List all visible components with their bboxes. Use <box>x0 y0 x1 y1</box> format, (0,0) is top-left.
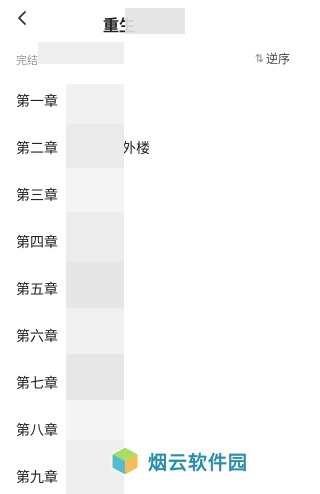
chapter-label: 第八章 <box>16 422 58 439</box>
chapter-label: 第一章 <box>16 93 58 110</box>
chapter-item[interactable]: 第六章 <box>0 312 300 359</box>
chapter-label: 第七章 <box>16 375 58 392</box>
sort-toggle-button[interactable]: ⇅ 逆序 <box>255 50 290 67</box>
top-bar: 重生 <box>0 0 300 44</box>
chapter-title-fragment: 外楼 <box>122 140 150 157</box>
chapter-item[interactable]: 第七章 <box>0 359 300 406</box>
title-redaction <box>125 8 185 34</box>
chapter-label: 第三章 <box>16 187 58 204</box>
chapter-title-redaction <box>66 84 124 494</box>
sort-label: 逆序 <box>265 52 290 66</box>
chapter-item[interactable]: 第四章 <box>0 218 300 265</box>
chevron-left-icon <box>16 10 28 30</box>
cube-logo-icon <box>108 444 142 478</box>
chapter-label: 第四章 <box>16 234 58 251</box>
serial-status: 完结 <box>16 54 38 67</box>
chapter-label: 第九章 <box>16 469 58 486</box>
chapter-catalog-screen: 重生 完结 ⇅ 逆序 第一章 第二章 外楼 第三章 第四章 第五章 第六章 第七章… <box>0 0 300 494</box>
chapter-item[interactable]: 第三章 <box>0 171 300 218</box>
back-button[interactable] <box>8 8 36 32</box>
chapter-item[interactable]: 第五章 <box>0 265 300 312</box>
chapter-item[interactable]: 第一章 <box>0 77 300 124</box>
status-redaction <box>38 42 124 64</box>
sort-icon: ⇅ <box>254 52 264 65</box>
chapter-label: 第二章 <box>16 140 58 157</box>
chapter-label: 第六章 <box>16 328 58 345</box>
watermark: 烟云软件园 <box>108 444 248 478</box>
chapter-list: 第一章 第二章 外楼 第三章 第四章 第五章 第六章 第七章 第八章 第九章 <box>0 77 300 494</box>
chapter-label: 第五章 <box>16 281 58 298</box>
watermark-text: 烟云软件园 <box>148 451 249 474</box>
chapter-item[interactable]: 第二章 外楼 <box>0 124 300 171</box>
